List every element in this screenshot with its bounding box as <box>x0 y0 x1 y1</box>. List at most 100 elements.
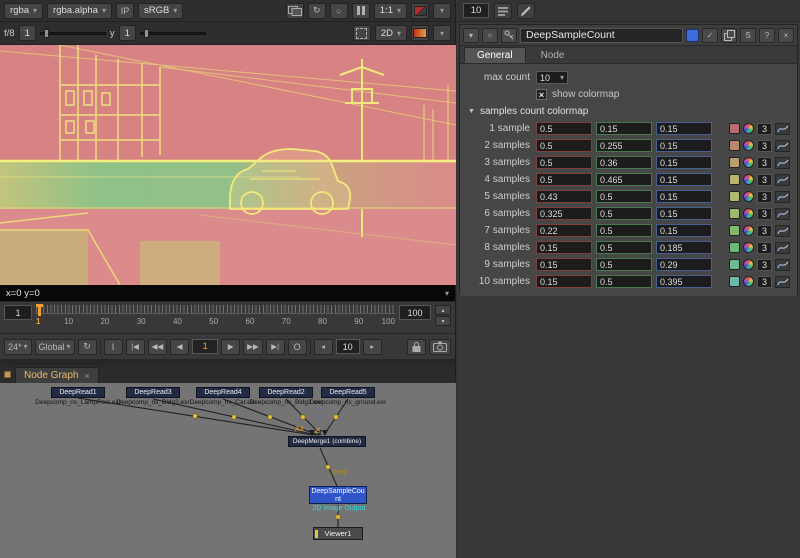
r-field[interactable]: 0.15 <box>536 241 592 254</box>
colormap-group-header[interactable]: ▼ samples count colormap <box>464 103 793 120</box>
r-field[interactable]: 0.15 <box>536 275 592 288</box>
proxy-toggle-icon[interactable]: ○ <box>330 3 348 19</box>
channel-count-field[interactable]: 3 <box>757 259 772 271</box>
playback-range-field[interactable]: 10 <box>336 339 360 354</box>
pane-menu-grip[interactable] <box>4 371 11 378</box>
b-field[interactable]: 0.15 <box>656 122 712 135</box>
animation-menu-button[interactable] <box>775 208 790 220</box>
viewer-menu-button[interactable]: ▾ <box>433 3 451 19</box>
timeline-track[interactable]: 1 10 20 30 40 50 60 70 80 90 100 <box>36 305 395 331</box>
gain-slider[interactable] <box>40 32 106 35</box>
channel-count-field[interactable]: 3 <box>757 174 772 186</box>
flipbook-button[interactable] <box>429 339 451 355</box>
float-panel-button[interactable] <box>721 28 737 43</box>
channel-count-field[interactable]: 3 <box>757 276 772 288</box>
script-button[interactable]: S <box>740 28 756 43</box>
colorspace-dropdown[interactable]: sRGB ▾ <box>138 3 183 19</box>
gamma-field[interactable]: 1 <box>119 25 136 41</box>
animation-menu-button[interactable] <box>775 259 790 271</box>
color-swatch[interactable] <box>729 208 740 219</box>
viewer-canvas[interactable] <box>0 45 456 285</box>
b-field[interactable]: 0.15 <box>656 173 712 186</box>
node-name-field[interactable]: DeepSampleCount <box>520 28 683 43</box>
color-swatch[interactable] <box>729 259 740 270</box>
color-wheel-icon[interactable] <box>743 208 754 219</box>
color-swatch[interactable] <box>729 225 740 236</box>
show-colormap-checkbox[interactable]: × <box>536 89 547 100</box>
b-field[interactable]: 0.15 <box>656 156 712 169</box>
g-field[interactable]: 0.5 <box>596 207 652 220</box>
loop-mode-button[interactable]: ↻ <box>78 339 97 355</box>
channel-dropdown[interactable]: rgba.alpha ▾ <box>47 3 112 19</box>
view-mode-dropdown[interactable]: 2D ▾ <box>375 25 407 41</box>
next-frame-button[interactable]: ▶ <box>221 339 240 355</box>
node-graph[interactable]: DeepRead1 DeepRead3 DeepRead4 DeepRead2 … <box>0 383 456 558</box>
b-field[interactable]: 0.15 <box>656 139 712 152</box>
center-node-button[interactable]: ○ <box>482 28 498 43</box>
channel-count-field[interactable]: 3 <box>757 157 772 169</box>
node-deepread5[interactable]: DeepRead5 <box>321 387 375 398</box>
g-field[interactable]: 0.36 <box>596 156 652 169</box>
range-step-right-button[interactable]: ▸ <box>363 339 382 355</box>
toolbar-menu-button[interactable]: ▾ <box>433 25 451 41</box>
zoom-in-icon[interactable]: ▴ <box>435 305 451 315</box>
max-count-dropdown[interactable]: 10 ▾ <box>536 71 568 84</box>
color-wheel-icon[interactable] <box>743 123 754 134</box>
color-swatch[interactable] <box>729 191 740 202</box>
fps-dropdown[interactable]: 24* ▾ <box>4 339 32 355</box>
node-color-swatch[interactable] <box>686 29 699 42</box>
g-field[interactable]: 0.465 <box>596 173 652 186</box>
set-in-button[interactable]: I <box>104 339 123 355</box>
g-field[interactable]: 0.5 <box>596 258 652 271</box>
refresh-icon[interactable]: ↻ <box>308 3 326 19</box>
gamma-slider[interactable] <box>140 32 206 35</box>
current-frame-field[interactable]: 1 <box>192 339 218 354</box>
playhead[interactable] <box>38 304 41 316</box>
r-field[interactable]: 0.5 <box>536 139 592 152</box>
color-swatch[interactable] <box>729 174 740 185</box>
animation-menu-button[interactable] <box>775 191 790 203</box>
color-swatch[interactable] <box>729 242 740 253</box>
node-deepread4[interactable]: DeepRead4 <box>196 387 250 398</box>
color-swatch[interactable] <box>729 123 740 134</box>
b-field[interactable]: 0.15 <box>656 224 712 237</box>
animation-menu-button[interactable] <box>775 242 790 254</box>
color-wheel-icon[interactable] <box>743 259 754 270</box>
animation-menu-button[interactable] <box>775 157 790 169</box>
g-field[interactable]: 0.5 <box>596 190 652 203</box>
pin-panel-button[interactable] <box>501 28 517 43</box>
channel-count-field[interactable]: 3 <box>757 242 772 254</box>
channel-count-field[interactable]: 3 <box>757 208 772 220</box>
lock-range-button[interactable] <box>407 339 426 355</box>
g-field[interactable]: 0.5 <box>596 275 652 288</box>
lut-button[interactable] <box>411 25 429 41</box>
channel-count-field[interactable]: 3 <box>757 140 772 152</box>
g-field[interactable]: 0.5 <box>596 224 652 237</box>
animation-menu-button[interactable] <box>775 123 790 135</box>
g-field[interactable]: 0.5 <box>596 241 652 254</box>
color-wheel-icon[interactable] <box>743 225 754 236</box>
color-wheel-icon[interactable] <box>743 174 754 185</box>
b-field[interactable]: 0.15 <box>656 190 712 203</box>
goto-start-button[interactable]: |◀ <box>126 339 145 355</box>
input-process-button[interactable]: IP <box>116 3 134 19</box>
r-field[interactable]: 0.5 <box>536 122 592 135</box>
r-field[interactable]: 0.5 <box>536 156 592 169</box>
edit-mode-button[interactable] <box>517 3 535 19</box>
g-field[interactable]: 0.255 <box>596 139 652 152</box>
goto-end-button[interactable]: ▶| <box>266 339 285 355</box>
b-field[interactable]: 0.15 <box>656 207 712 220</box>
r-field[interactable]: 0.15 <box>536 258 592 271</box>
b-field[interactable]: 0.395 <box>656 275 712 288</box>
animation-menu-button[interactable] <box>775 225 790 237</box>
zoom-out-icon[interactable]: ▾ <box>435 316 451 326</box>
animation-menu-button[interactable] <box>775 140 790 152</box>
color-swatch[interactable] <box>729 276 740 287</box>
b-field[interactable]: 0.185 <box>656 241 712 254</box>
r-field[interactable]: 0.325 <box>536 207 592 220</box>
node-deepsamplecount[interactable]: DeepSampleCount <box>309 486 367 504</box>
r-field[interactable]: 0.22 <box>536 224 592 237</box>
channel-count-field[interactable]: 3 <box>757 123 772 135</box>
close-icon[interactable]: × <box>84 371 89 381</box>
next-keyframe-button[interactable]: ▶▶ <box>243 339 263 355</box>
